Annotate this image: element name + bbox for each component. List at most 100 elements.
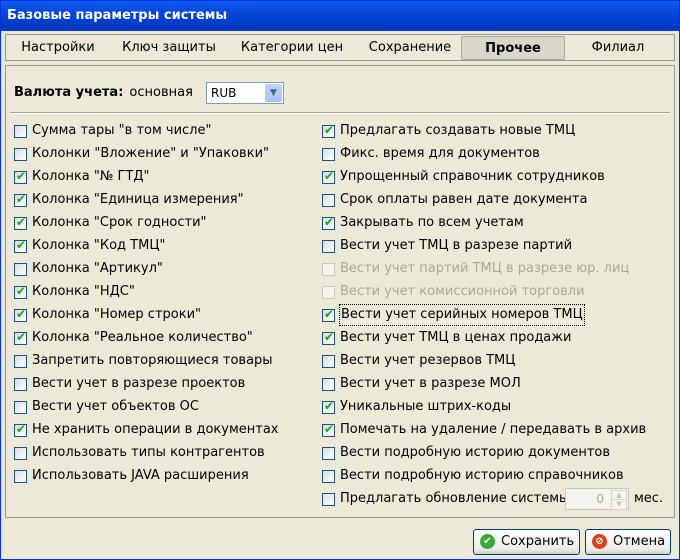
- checkmark-icon: ✔: [16, 169, 27, 183]
- checkbox-box: [322, 286, 335, 299]
- tab-branch[interactable]: Филиал: [568, 37, 668, 59]
- checkbox-box[interactable]: ✔: [14, 330, 27, 345]
- dialog-window: Базовые параметры системы Настройки Ключ…: [0, 0, 680, 560]
- checkbox-box[interactable]: [322, 493, 335, 506]
- checkbox-box[interactable]: ✔: [14, 192, 27, 207]
- checkmark-icon: ✔: [324, 215, 335, 229]
- checkbox-box[interactable]: ✔: [322, 330, 335, 345]
- title-bar[interactable]: Базовые параметры системы: [1, 1, 679, 31]
- spin-down-icon[interactable]: ▼: [611, 499, 627, 510]
- option-label: Фикс. время для документов: [340, 146, 540, 161]
- option-label: Предлагать создавать новые ТМЦ: [340, 123, 576, 138]
- currency-sublabel: основная: [129, 85, 193, 100]
- checkbox-box[interactable]: [322, 240, 335, 253]
- cancel-button-label: Отмена: [613, 534, 666, 549]
- currency-select[interactable]: RUB ▼: [206, 82, 284, 104]
- option-label: Вести учет объектов ОС: [32, 399, 199, 414]
- option-label: Использовать типы контрагентов: [32, 445, 265, 460]
- tab-bar: Настройки Ключ защиты Категории цен Сохр…: [5, 34, 675, 61]
- checkbox-box[interactable]: [322, 194, 335, 207]
- checkbox-box[interactable]: [14, 125, 27, 138]
- checkbox-box[interactable]: [322, 378, 335, 391]
- update-months-unit: мес.: [634, 491, 664, 506]
- checkbox-box[interactable]: ✔: [14, 284, 27, 299]
- checkbox-box[interactable]: [14, 447, 27, 460]
- chevron-down-icon[interactable]: ▼: [265, 84, 282, 102]
- checkbox-box[interactable]: [14, 263, 27, 276]
- checkmark-icon: ✔: [324, 422, 335, 436]
- checkmark-icon: ✔: [16, 215, 27, 229]
- option-label: Колонка "Единица измерения": [32, 192, 244, 207]
- currency-value: RUB: [211, 86, 237, 100]
- checkmark-icon: ✔: [16, 330, 27, 344]
- checkbox-box[interactable]: [14, 401, 27, 414]
- checkbox-box[interactable]: [14, 378, 27, 391]
- option-label: Вести учет партий ТМЦ в разрезе юр. лиц: [340, 261, 630, 276]
- tab-protection-key[interactable]: Ключ защиты: [114, 37, 224, 59]
- checkbox-box[interactable]: ✔: [322, 215, 335, 230]
- option-label: Колонка "НДС": [32, 284, 135, 299]
- option-label: Вести учет серийных номеров ТМЦ: [339, 304, 585, 326]
- checkmark-icon: ✔: [324, 399, 335, 413]
- checkmark-icon: ✔: [16, 422, 27, 436]
- checkmark-icon: ✔: [324, 307, 335, 321]
- checkbox-box[interactable]: ✔: [322, 422, 335, 437]
- checkbox-box[interactable]: ✔: [322, 399, 335, 414]
- checkbox-box[interactable]: [322, 447, 335, 460]
- checkmark-icon: ✔: [16, 307, 27, 321]
- cancel-icon: ⊘: [592, 534, 607, 549]
- option-label: Колонка "№ ГТД": [32, 169, 150, 184]
- option-label: Вести подробную историю справочников: [340, 468, 624, 483]
- checkbox-box[interactable]: ✔: [14, 215, 27, 230]
- option-label: Вести учет комиссионной торговли: [340, 284, 585, 299]
- cancel-button[interactable]: ⊘ Отмена: [585, 529, 671, 555]
- option-label: Колонка "Реальное количество": [32, 330, 253, 345]
- checkbox-box[interactable]: [14, 148, 27, 161]
- option-label: Сумма тары "в том числе": [32, 123, 212, 138]
- checkbox-box[interactable]: [14, 355, 27, 368]
- option-label: Вести учет в разрезе МОЛ: [340, 376, 521, 391]
- checkbox-box[interactable]: [14, 470, 27, 483]
- option-label: Упрощенный справочник сотрудников: [340, 169, 605, 184]
- tab-other[interactable]: Прочее: [461, 36, 565, 60]
- checkbox-box[interactable]: ✔: [14, 307, 27, 322]
- checkmark-icon: ✔: [324, 330, 335, 344]
- checkbox-box[interactable]: ✔: [14, 238, 27, 253]
- checkbox-box[interactable]: ✔: [14, 422, 27, 437]
- currency-row: Валюта учета: основная: [14, 82, 193, 104]
- checkbox-box[interactable]: ✔: [322, 307, 335, 322]
- option-label: Вести учет резервов ТМЦ: [340, 353, 516, 368]
- checkbox-box[interactable]: [322, 355, 335, 368]
- checkbox-box[interactable]: [322, 470, 335, 483]
- option-label: Предлагать обновление системы: [340, 491, 570, 506]
- checkmark-icon: ✔: [324, 123, 335, 137]
- option-label: Использовать JAVA расширения: [32, 468, 249, 483]
- option-label: Закрывать по всем учетам: [340, 215, 524, 230]
- tab-settings[interactable]: Настройки: [12, 37, 104, 59]
- checkbox-box: [322, 263, 335, 276]
- option-label: Колонка "Артикул": [32, 261, 163, 276]
- option-label: Не хранить операции в документах: [32, 422, 279, 437]
- checkbox-box[interactable]: ✔: [322, 123, 335, 138]
- option-label: Колонка "Код ТМЦ": [32, 238, 166, 253]
- save-button[interactable]: ✔ Сохранить: [473, 529, 580, 555]
- settings-panel: Валюта учета: основная RUB ▼ Сумма тары "…: [5, 65, 675, 518]
- save-button-label: Сохранить: [501, 534, 575, 549]
- checkbox-box[interactable]: ✔: [14, 169, 27, 184]
- option-label: Вести учет в разрезе проектов: [32, 376, 246, 391]
- option-label: Уникальные штрих-коды: [340, 399, 512, 414]
- tab-saving[interactable]: Сохранение: [358, 37, 462, 59]
- update-months-stepper[interactable]: 0 ▲ ▼: [565, 488, 629, 510]
- option-label: Вести учет ТМЦ в ценах продажи: [340, 330, 572, 345]
- option-label: Колонка "Номер строки": [32, 307, 201, 322]
- currency-label: Валюта учета:: [14, 85, 124, 100]
- checkbox-box[interactable]: [322, 148, 335, 161]
- update-months-value: 0: [596, 492, 604, 506]
- checkmark-icon: ✔: [16, 238, 27, 252]
- option-label: Помечать на удаление / передавать в архи…: [340, 422, 647, 437]
- option-label: Колонка "Срок годности": [32, 215, 207, 230]
- checkbox-box[interactable]: ✔: [322, 169, 335, 184]
- option-label: Запретить повторяющиеся товары: [32, 353, 273, 368]
- option-label: Колонки "Вложение" и "Упаковки": [32, 146, 270, 161]
- tab-price-categories[interactable]: Категории цен: [230, 37, 354, 59]
